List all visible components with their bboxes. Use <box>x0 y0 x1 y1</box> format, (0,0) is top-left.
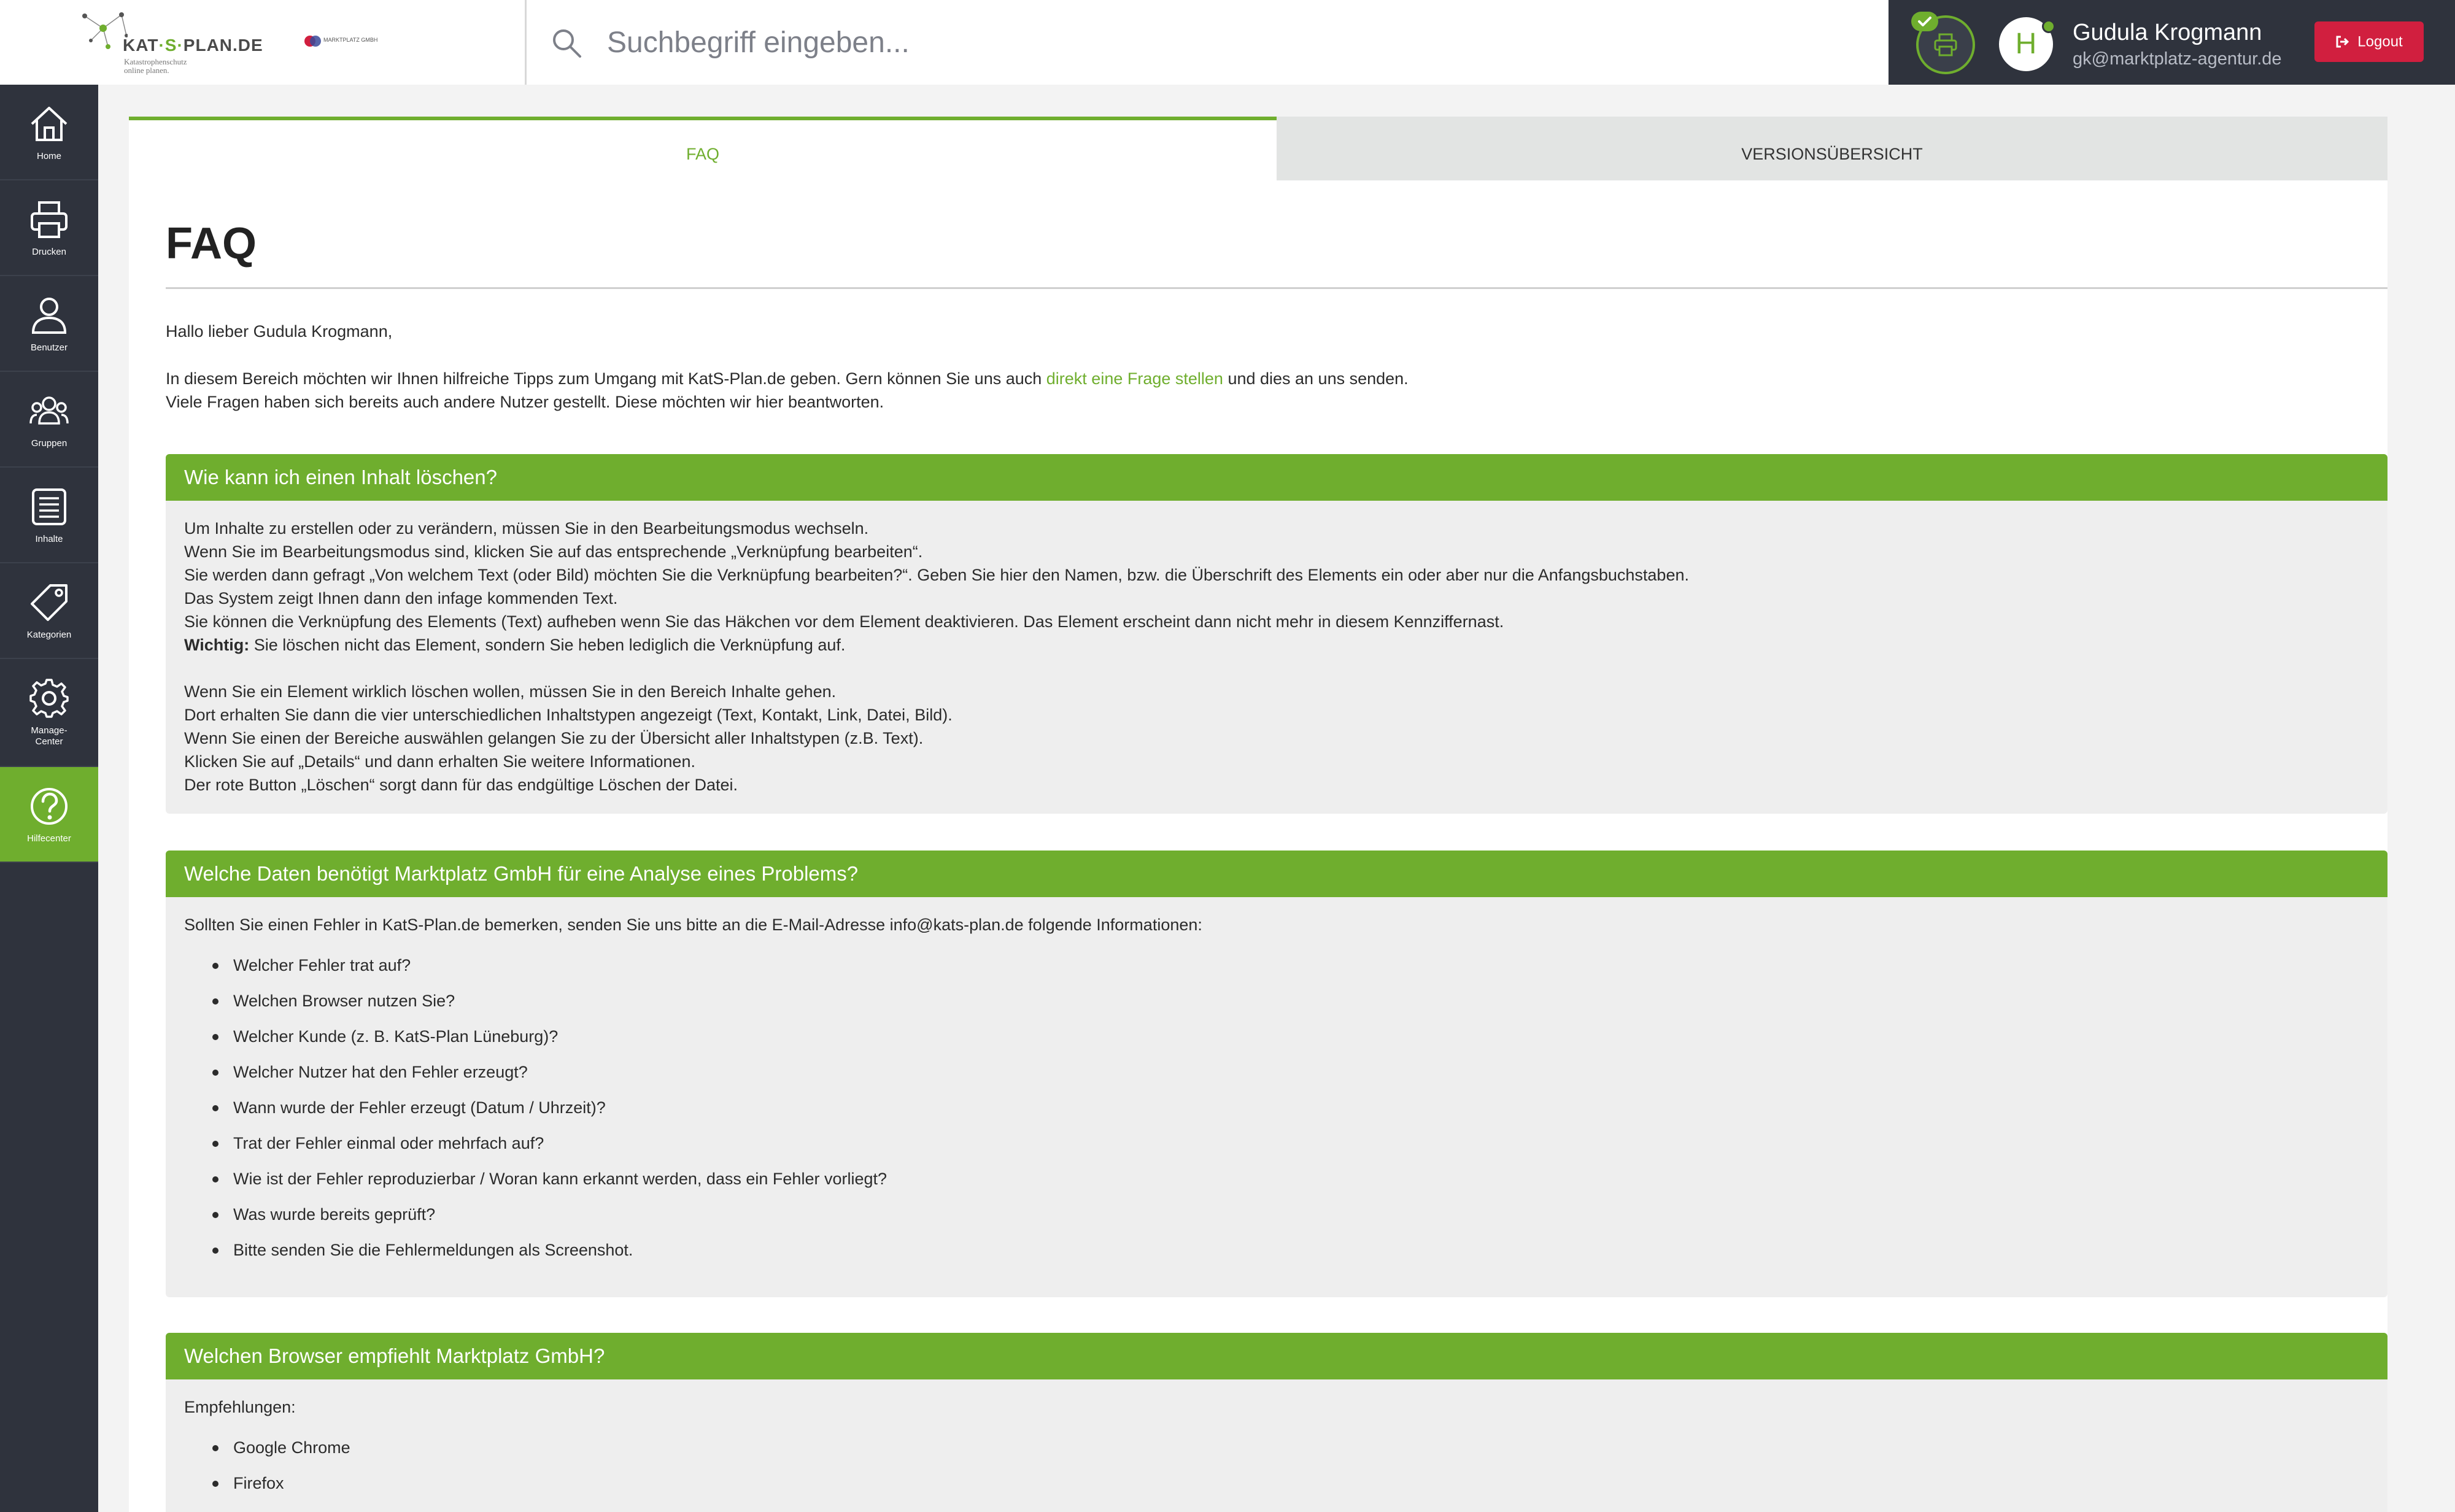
list-item: Google Chrome <box>184 1430 2369 1465</box>
kats-plan-logo[interactable]: KAT·S·PLAN.DE Katastrophenschutz online p… <box>79 11 263 75</box>
title-divider <box>166 287 2387 289</box>
logout-icon <box>2336 36 2349 48</box>
list-item: Welcher Kunde (z. B. KatS-Plan Lüneburg)… <box>184 1019 2369 1054</box>
page-title: FAQ <box>166 219 257 268</box>
sidebar: Home Drucken Benutzer Gruppen Inhalte Ka… <box>0 85 98 1512</box>
list-item: Wie ist der Fehler reproduzierbar / Wora… <box>184 1161 2369 1197</box>
speech-bubble-logo-icon <box>304 36 321 47</box>
home-icon <box>31 107 68 141</box>
marktplatz-logo[interactable]: MARKTPLATZ GMBH <box>304 33 390 50</box>
ask-question-link[interactable]: direkt eine Frage stellen <box>1046 369 1223 388</box>
browser-list: Google Chrome Firefox <box>184 1430 2369 1501</box>
logout-button[interactable]: Logout <box>2314 21 2424 62</box>
print-status-button[interactable] <box>1911 12 1975 74</box>
warning-line: Wichtig: Sie löschen nicht das Element, … <box>184 636 846 654</box>
list-icon <box>32 488 66 525</box>
help-icon <box>31 788 68 825</box>
logo-tagline: Katastrophenschutz online planen. <box>124 57 187 75</box>
user-area: H Gudula Krogmann gk@marktplatz-agentur.… <box>1889 0 2455 85</box>
intro-text-1: In diesem Bereich möchten wir Ihnen hilf… <box>166 369 1409 388</box>
printer-icon <box>31 201 68 238</box>
gear-icon <box>29 679 69 718</box>
sidebar-item-home[interactable]: Home <box>0 85 98 180</box>
list-item: Firefox <box>184 1465 2369 1501</box>
list-item: Welcher Nutzer hat den Fehler erzeugt? <box>184 1054 2369 1090</box>
sidebar-item-kategorien[interactable]: Kategorien <box>0 563 98 659</box>
faq-panel-delete-content: Wie kann ich einen Inhalt löschen? Um In… <box>166 454 2387 814</box>
search-icon[interactable] <box>551 27 582 59</box>
group-icon <box>29 396 69 425</box>
top-header: KAT·S·PLAN.DE Katastrophenschutz online p… <box>0 0 2455 85</box>
sidebar-item-drucken[interactable]: Drucken <box>0 180 98 276</box>
list-item: Trat der Fehler einmal oder mehrfach auf… <box>184 1125 2369 1161</box>
faq-question[interactable]: Wie kann ich einen Inhalt löschen? <box>166 454 2387 501</box>
user-email: gk@marktplatz-agentur.de <box>2073 49 2282 69</box>
logo-area: KAT·S·PLAN.DE Katastrophenschutz online p… <box>0 0 527 85</box>
online-status-dot <box>2042 20 2055 33</box>
check-badge <box>1911 12 1938 31</box>
list-item: Wann wurde der Fehler erzeugt (Datum / U… <box>184 1090 2369 1125</box>
greeting-text: Hallo lieber Gudula Krogmann, <box>166 322 393 341</box>
main-content: FAQ VERSIONSÜBERSICHT FAQ Hallo lieber G… <box>129 117 2387 1512</box>
list-item: Bitte senden Sie die Fehlermeldungen als… <box>184 1232 2369 1268</box>
user-icon <box>31 298 67 334</box>
user-name[interactable]: Gudula Krogmann <box>2073 20 2262 46</box>
sidebar-item-manage-center[interactable]: Manage- Center <box>0 659 98 767</box>
faq-panel-problem-analysis: Welche Daten benötigt Marktplatz GmbH fü… <box>166 850 2387 1297</box>
list-item: Welchen Browser nutzen Sie? <box>184 983 2369 1019</box>
intro-text-2: Viele Fragen haben sich bereits auch and… <box>166 393 884 411</box>
sidebar-item-benutzer[interactable]: Benutzer <box>0 276 98 372</box>
list-item: Welcher Fehler trat auf? <box>184 947 2369 983</box>
sidebar-item-gruppen[interactable]: Gruppen <box>0 372 98 468</box>
faq-question[interactable]: Welche Daten benötigt Marktplatz GmbH fü… <box>166 850 2387 897</box>
sidebar-item-inhalte[interactable]: Inhalte <box>0 468 98 563</box>
tab-versionsuebersicht[interactable]: VERSIONSÜBERSICHT <box>1277 117 2387 180</box>
check-icon <box>1918 17 1931 26</box>
tag-icon <box>31 584 68 621</box>
list-item: Was wurde bereits geprüft? <box>184 1197 2369 1232</box>
faq-answer: Um Inhalte zu erstellen oder zu veränder… <box>166 501 2387 812</box>
sidebar-item-hilfecenter[interactable]: Hilfecenter <box>0 767 98 863</box>
faq-answer: Empfehlungen: Google Chrome Firefox <box>166 1379 2387 1512</box>
faq-question[interactable]: Welchen Browser empfiehlt Marktplatz Gmb… <box>166 1333 2387 1379</box>
tab-bar: FAQ VERSIONSÜBERSICHT <box>129 117 2387 180</box>
info-list: Welcher Fehler trat auf? Welchen Browser… <box>184 947 2369 1268</box>
search-bar <box>528 0 1889 85</box>
tab-faq[interactable]: FAQ <box>129 117 1277 180</box>
printer-icon <box>1934 33 1957 56</box>
search-input[interactable] <box>607 21 1773 64</box>
faq-answer: Sollten Sie einen Fehler in KatS-Plan.de… <box>166 897 2387 1284</box>
network-logo-icon <box>82 12 128 49</box>
faq-panel-browser-recommendation: Welchen Browser empfiehlt Marktplatz Gmb… <box>166 1333 2387 1512</box>
logo-name: KAT·S·PLAN.DE <box>123 36 263 55</box>
